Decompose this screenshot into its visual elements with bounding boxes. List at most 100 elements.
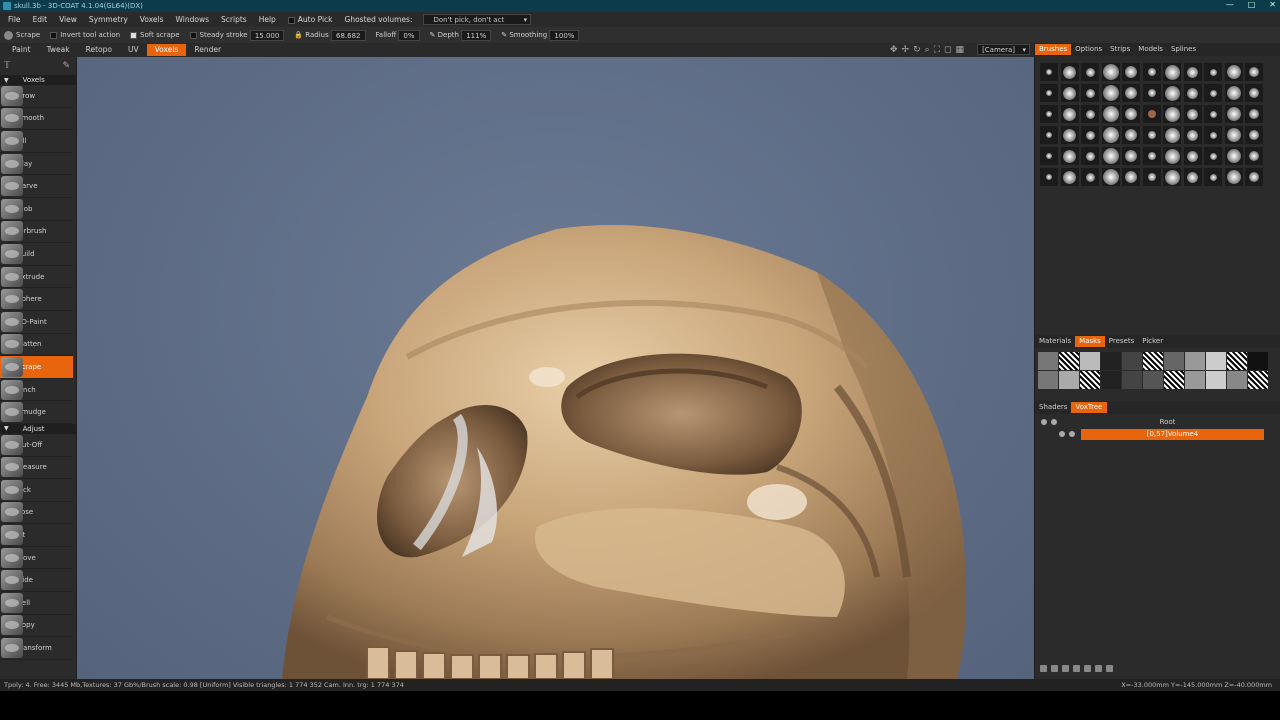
auto-pick-checkbox[interactable] — [287, 16, 295, 24]
brush-alpha-thumb[interactable] — [1142, 168, 1161, 186]
brush-alpha-thumb[interactable] — [1224, 105, 1243, 123]
tool-clay[interactable]: Clay — [0, 153, 73, 176]
brush-alpha-thumb[interactable] — [1060, 105, 1079, 123]
brush-alpha-thumb[interactable] — [1204, 105, 1222, 123]
brush-alpha-thumb[interactable] — [1040, 147, 1058, 165]
radius-control[interactable]: 🔒 Radius 68.682 — [294, 29, 366, 41]
tool-grow[interactable]: Grow — [0, 85, 73, 108]
move-view-icon[interactable]: ✥ — [890, 45, 898, 55]
pan-view-icon[interactable]: ✢ — [902, 45, 910, 55]
invert-checkbox[interactable] — [50, 31, 58, 39]
brush-alpha-thumb[interactable] — [1142, 147, 1161, 165]
voxtree-root-row[interactable]: Root — [1039, 416, 1276, 428]
tool-extrude[interactable]: Extrude — [0, 266, 73, 289]
tool-fit[interactable]: Fit — [0, 524, 73, 547]
brush-alpha-thumb[interactable] — [1204, 168, 1222, 186]
menu-symmetry[interactable]: Symmetry — [83, 15, 134, 24]
collapse-triangle-icon[interactable]: ▼ — [4, 77, 9, 84]
brush-alpha-thumb[interactable] — [1245, 105, 1263, 123]
mask-thumb[interactable] — [1101, 371, 1121, 389]
brush-alpha-thumb[interactable] — [1101, 126, 1120, 144]
tool-carve[interactable]: Carve — [0, 175, 73, 198]
mask-thumb[interactable] — [1227, 371, 1247, 389]
brush-alpha-thumb[interactable] — [1101, 147, 1120, 165]
tool-fill[interactable]: Fill — [0, 130, 73, 153]
brush-alpha-thumb[interactable] — [1081, 147, 1099, 165]
steady-stroke-input[interactable]: 15.000 — [249, 29, 285, 41]
menu-file[interactable]: File — [2, 15, 27, 24]
3d-viewport[interactable] — [77, 57, 1034, 679]
brush-alpha-thumb[interactable] — [1183, 63, 1202, 81]
soft-scrape-toggle[interactable]: Soft scrape — [130, 31, 180, 39]
soft-scrape-checkbox[interactable] — [130, 31, 138, 39]
tab-paint[interactable]: Paint — [4, 44, 39, 56]
tab-tweak[interactable]: Tweak — [39, 44, 78, 56]
tab-options[interactable]: Options — [1071, 44, 1106, 55]
brush-alpha-thumb[interactable] — [1183, 126, 1202, 144]
tab-picker[interactable]: Picker — [1138, 336, 1167, 347]
mask-thumb[interactable] — [1185, 352, 1205, 370]
smoothing-input[interactable]: 100% — [549, 29, 580, 41]
text-tool-icon[interactable]: 𝕋 — [4, 61, 10, 71]
tab-voxtree[interactable]: VoxTree — [1071, 402, 1107, 413]
skull-sculpt-model[interactable] — [77, 57, 1034, 679]
mask-thumb[interactable] — [1080, 371, 1100, 389]
tab-retopo[interactable]: Retopo — [78, 44, 120, 56]
brush-alpha-thumb[interactable] — [1224, 147, 1243, 165]
mask-thumb[interactable] — [1248, 352, 1268, 370]
mask-thumb[interactable] — [1185, 371, 1205, 389]
ortho-view-icon[interactable]: ◻ — [944, 45, 951, 55]
brush-alpha-thumb[interactable] — [1245, 126, 1263, 144]
visibility-eye-icon[interactable] — [1041, 419, 1047, 425]
falloff-input[interactable]: 0% — [398, 29, 420, 41]
tool-blob[interactable]: Blob — [0, 198, 73, 221]
menu-scripts[interactable]: Scripts — [215, 15, 253, 24]
mask-thumb[interactable] — [1143, 352, 1163, 370]
brush-alpha-thumb[interactable] — [1142, 63, 1161, 81]
brush-alpha-thumb[interactable] — [1183, 84, 1202, 102]
brush-alpha-thumb[interactable] — [1163, 105, 1181, 123]
brush-alpha-thumb[interactable] — [1081, 126, 1099, 144]
brush-alpha-thumb[interactable] — [1081, 105, 1099, 123]
tool-build[interactable]: Build — [0, 243, 73, 266]
brush-alpha-thumb[interactable] — [1060, 168, 1079, 186]
brush-alpha-thumb[interactable] — [1204, 63, 1222, 81]
snap-icon[interactable] — [1106, 665, 1113, 672]
ghosted-volumes-dropdown[interactable]: Don't pick, don't act ▾ — [422, 14, 532, 25]
tool-transform[interactable]: Transform — [0, 637, 73, 660]
brush-alpha-thumb[interactable] — [1040, 168, 1058, 186]
mask-thumb[interactable] — [1101, 352, 1121, 370]
tab-strips[interactable]: Strips — [1106, 44, 1134, 55]
menu-windows[interactable]: Windows — [170, 15, 215, 24]
brush-alpha-thumb[interactable] — [1204, 147, 1222, 165]
auto-pick-toggle[interactable]: Auto Pick — [282, 15, 339, 24]
tab-uv[interactable]: UV — [120, 44, 147, 56]
mask-thumb[interactable] — [1080, 352, 1100, 370]
tool-pick[interactable]: Pick — [0, 479, 73, 502]
mask-thumb[interactable] — [1206, 352, 1226, 370]
brush-alpha-thumb[interactable] — [1245, 63, 1263, 81]
steady-stroke-checkbox[interactable] — [189, 31, 197, 39]
tab-splines[interactable]: Splines — [1167, 44, 1200, 55]
voxtree-volume-row[interactable]: [0,57]Volume4 — [1039, 428, 1276, 440]
tool-pose[interactable]: Pose — [0, 502, 73, 525]
voxels-section-header[interactable]: ▼ Voxels — [0, 75, 76, 85]
menu-view[interactable]: View — [53, 15, 83, 24]
brush-alpha-thumb[interactable] — [1183, 147, 1202, 165]
brush-alpha-thumb[interactable] — [1081, 84, 1099, 102]
tab-presets[interactable]: Presets — [1105, 336, 1138, 347]
depth-input[interactable]: 111% — [461, 29, 492, 41]
close-button[interactable]: ✕ — [1269, 0, 1276, 9]
brush-alpha-thumb[interactable] — [1040, 126, 1058, 144]
shade-icon[interactable] — [1051, 665, 1058, 672]
brush-alpha-thumb[interactable] — [1245, 168, 1263, 186]
tool-copy[interactable]: Copy — [0, 615, 73, 638]
tool-move[interactable]: Move — [0, 547, 73, 570]
brush-alpha-thumb[interactable] — [1183, 168, 1202, 186]
layers-icon[interactable] — [1095, 665, 1102, 672]
tab-render[interactable]: Render — [186, 44, 229, 56]
mask-thumb[interactable] — [1038, 352, 1058, 370]
ghost-icon[interactable] — [1051, 419, 1057, 425]
tab-models[interactable]: Models — [1134, 44, 1167, 55]
brush-alpha-thumb[interactable] — [1224, 84, 1243, 102]
